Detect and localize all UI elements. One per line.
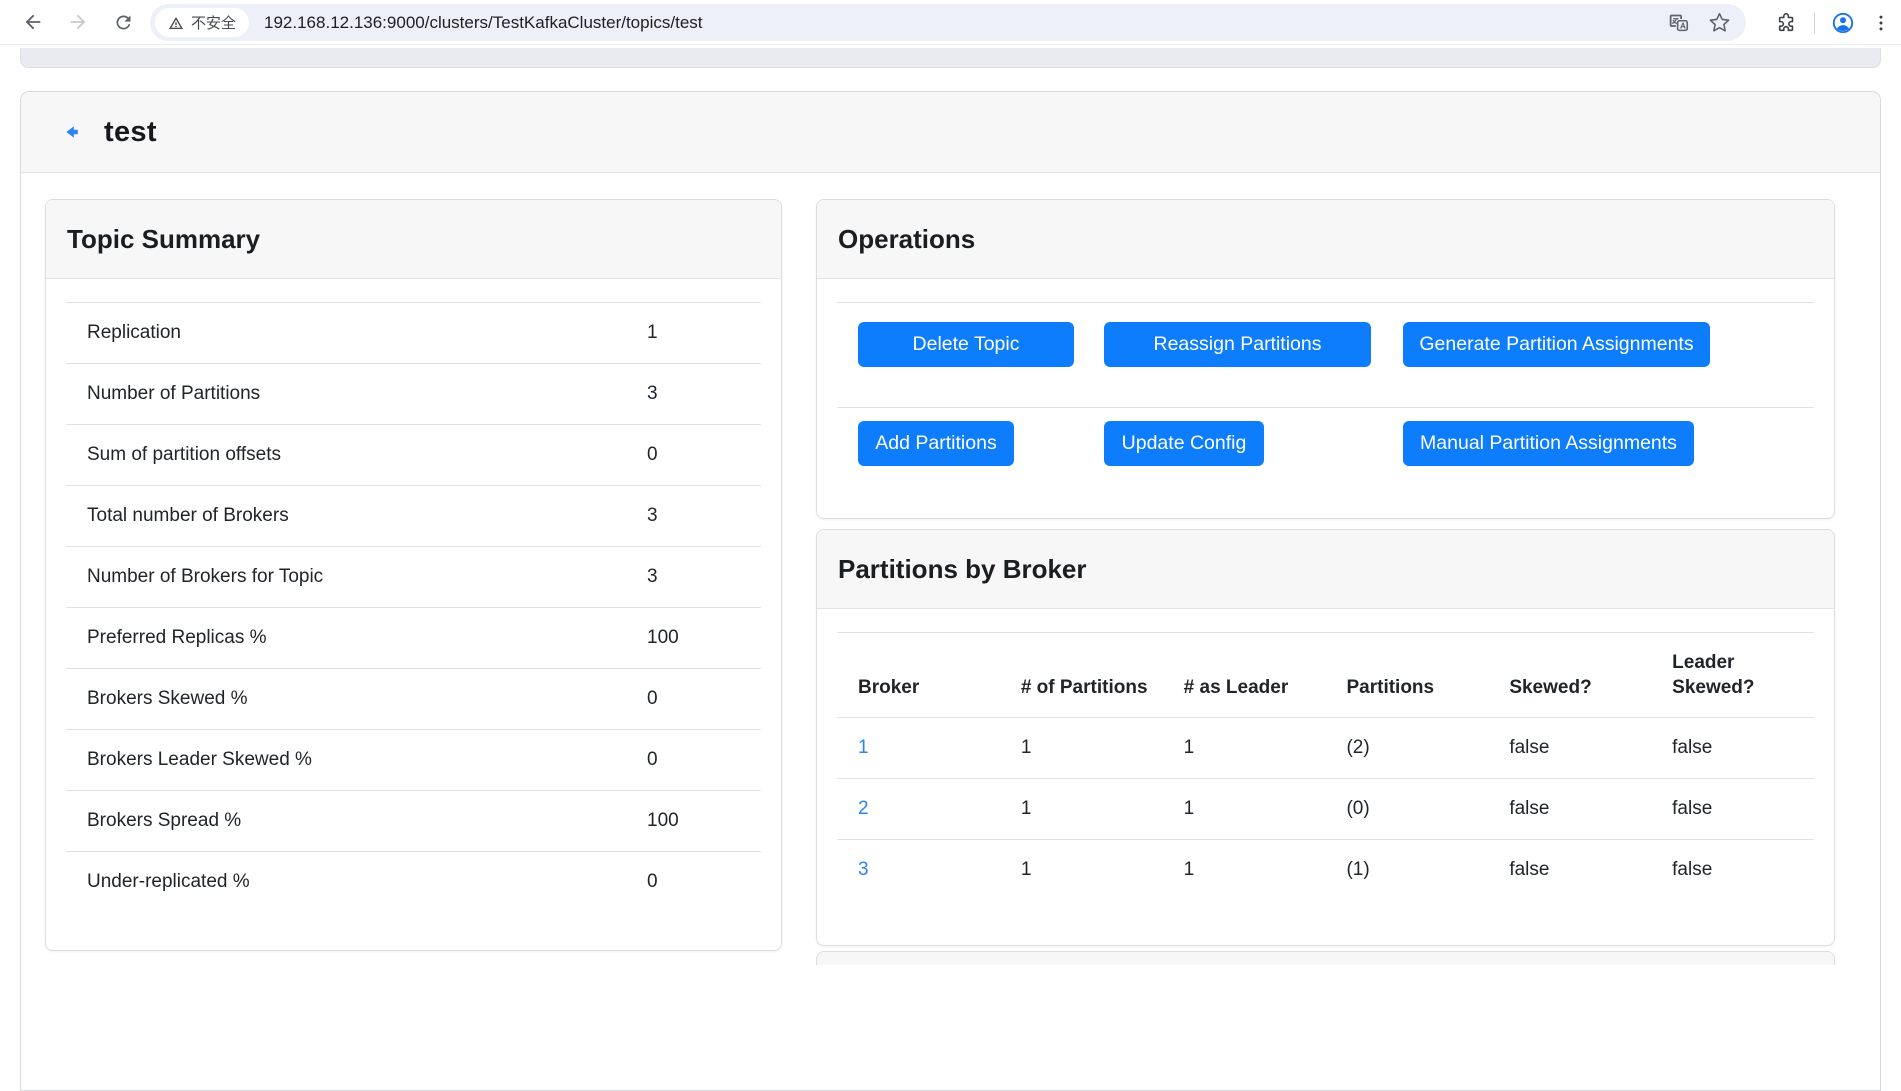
operations-title: Operations <box>817 200 1834 279</box>
table-row: Under-replicated % 0 <box>66 851 761 913</box>
translate-icon[interactable] <box>1668 12 1689 33</box>
forward-icon[interactable] <box>66 10 90 34</box>
cell: false <box>1651 839 1814 901</box>
column-header: # as Leader <box>1162 632 1326 718</box>
topic-summary-title: Topic Summary <box>46 200 781 279</box>
delete-topic-button[interactable]: Delete Topic <box>858 322 1074 367</box>
cell: 1 <box>1020 737 1032 758</box>
page-title: test <box>104 115 157 148</box>
cell: false <box>1488 839 1652 901</box>
back-arrow-icon[interactable] <box>63 123 81 141</box>
table-row: Number of Partitions 3 <box>66 363 761 425</box>
divider <box>1814 11 1815 34</box>
navbar-remnant <box>20 48 1881 68</box>
cell: 1 <box>999 778 1163 840</box>
reload-icon[interactable] <box>111 10 135 34</box>
back-icon[interactable] <box>21 10 45 34</box>
topic-page-card: test Topic Summary Replication 1 Number o… <box>20 91 1881 1091</box>
cell: 1 <box>1162 839 1326 901</box>
summary-value: 0 <box>647 729 761 791</box>
column-header: Skewed? <box>1488 632 1652 718</box>
table-row: 1 1 1 (2) false false <box>837 718 1814 779</box>
profile-avatar-icon[interactable] <box>1831 11 1855 35</box>
browser-chrome: 不安全 192.168.12.136:9000/clusters/TestKaf… <box>0 0 1901 45</box>
summary-value: 0 <box>647 668 761 730</box>
summary-label: Under-replicated % <box>66 851 647 913</box>
cell: false <box>1672 737 1713 758</box>
table-row: 3 1 1 (1) false false <box>837 839 1814 901</box>
warning-icon <box>169 16 183 29</box>
table-row: Brokers Spread % 100 <box>66 790 761 852</box>
summary-value: 100 <box>647 607 761 669</box>
generate-partition-assignments-button[interactable]: Generate Partition Assignments <box>1403 322 1710 367</box>
broker-link[interactable]: 2 <box>858 798 869 819</box>
operations-table: Delete Topic Reassign Partitions Generat… <box>837 302 1814 486</box>
update-config-button[interactable]: Update Config <box>1104 421 1264 466</box>
column-header: Broker <box>837 632 1000 718</box>
manual-partition-assignments-button[interactable]: Manual Partition Assignments <box>1403 421 1694 466</box>
topic-summary-card: Topic Summary Replication 1 Number of Par… <box>45 199 782 951</box>
add-partitions-button[interactable]: Add Partitions <box>858 421 1014 466</box>
summary-value: 1 <box>647 302 761 364</box>
table-header-row: Broker # of Partitions # as Leader Parti… <box>837 632 1814 718</box>
security-chip[interactable]: 不安全 <box>155 8 250 37</box>
cell: false <box>1488 778 1652 840</box>
url-bar[interactable]: 不安全 192.168.12.136:9000/clusters/TestKaf… <box>150 4 1746 41</box>
cell: 1 <box>1162 778 1326 840</box>
summary-label: Sum of partition offsets <box>66 424 647 486</box>
column-header: # of Partitions <box>999 632 1163 718</box>
summary-value: 0 <box>647 851 761 913</box>
column-header: Leader Skewed? <box>1651 632 1814 718</box>
summary-label: Brokers Spread % <box>66 790 647 852</box>
summary-value: 0 <box>647 424 761 486</box>
summary-value: 100 <box>647 790 761 852</box>
cell: (0) <box>1325 778 1489 840</box>
table-row: Replication 1 <box>66 302 761 364</box>
table-row: Total number of Brokers 3 <box>66 485 761 547</box>
broker-link[interactable]: 1 <box>858 737 869 758</box>
url-text: 192.168.12.136:9000/clusters/TestKafkaCl… <box>264 12 703 32</box>
summary-label: Total number of Brokers <box>66 485 647 547</box>
table-row: Delete Topic Reassign Partitions Generat… <box>837 302 1814 408</box>
table-row: Sum of partition offsets 0 <box>66 424 761 486</box>
column-header: Partitions <box>1325 632 1489 718</box>
partitions-by-broker-table: Broker # of Partitions # as Leader Parti… <box>837 632 1814 901</box>
next-card-partial <box>816 951 1835 965</box>
summary-label: Replication <box>66 302 647 364</box>
table-row: Brokers Skewed % 0 <box>66 668 761 730</box>
summary-label: Number of Brokers for Topic <box>66 546 647 608</box>
table-row: 2 1 1 (0) false false <box>837 778 1814 840</box>
summary-label: Brokers Leader Skewed % <box>66 729 647 791</box>
cell: 1 <box>999 839 1163 901</box>
summary-value: 3 <box>647 363 761 425</box>
cell: 1 <box>1183 737 1195 758</box>
bookmark-star-icon[interactable] <box>1709 12 1730 33</box>
summary-label: Preferred Replicas % <box>66 607 647 669</box>
table-row: Preferred Replicas % 100 <box>66 607 761 669</box>
cell: false <box>1509 737 1550 758</box>
summary-value: 3 <box>647 485 761 547</box>
security-label: 不安全 <box>191 15 237 32</box>
summary-label: Brokers Skewed % <box>66 668 647 730</box>
partitions-by-broker-card: Partitions by Broker Broker # of Partiti… <box>816 529 1835 946</box>
extensions-icon[interactable] <box>1776 12 1798 34</box>
summary-label: Number of Partitions <box>66 363 647 425</box>
cell: (2) <box>1346 737 1370 758</box>
topic-summary-table: Replication 1 Number of Partitions 3 Sum o… <box>66 302 761 913</box>
table-row: Number of Brokers for Topic 3 <box>66 546 761 608</box>
broker-link[interactable]: 3 <box>858 859 869 880</box>
operations-card: Operations Delete Topic Reassign Partiti… <box>816 199 1835 519</box>
page-content: test Topic Summary Replication 1 Number o… <box>0 45 1901 1091</box>
topic-page-header: test <box>21 92 1880 173</box>
table-row: Brokers Leader Skewed % 0 <box>66 729 761 791</box>
reassign-partitions-button[interactable]: Reassign Partitions <box>1104 322 1371 367</box>
table-row: Add Partitions Update Config Manual Part… <box>837 407 1814 486</box>
summary-value: 3 <box>647 546 761 608</box>
cell: (1) <box>1325 839 1489 901</box>
partitions-by-broker-title: Partitions by Broker <box>817 530 1834 609</box>
cell: false <box>1651 778 1814 840</box>
menu-kebab-icon[interactable] <box>1871 13 1891 33</box>
